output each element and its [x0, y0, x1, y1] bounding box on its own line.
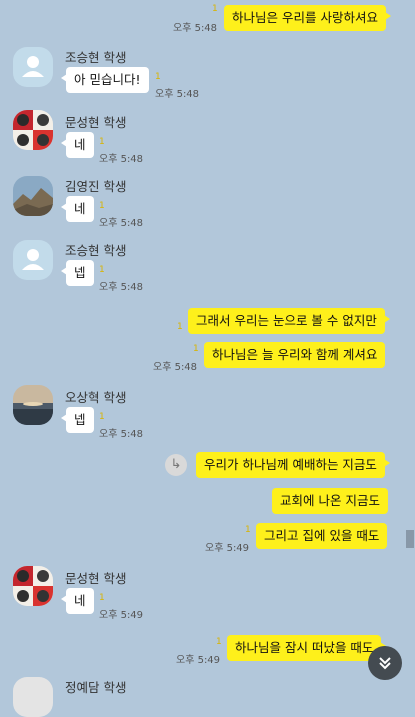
message-time: 오후 5:49	[99, 610, 144, 621]
unread-count: 1	[99, 201, 105, 211]
message-row: 1 오후 5:49 그리고 집에 있을 때도	[0, 523, 415, 554]
chevron-double-down-icon	[379, 657, 391, 670]
unread-count: 1	[99, 412, 105, 422]
message-bubble[interactable]: 우리가 하나님께 예배하는 지금도	[196, 452, 390, 478]
message-time: 오후 5:48	[155, 89, 200, 100]
sender-name: 문성현 학생	[65, 115, 127, 130]
default-avatar[interactable]	[13, 47, 53, 87]
profile-photo-avatar[interactable]	[13, 176, 53, 216]
message-bubble[interactable]: 넵	[61, 407, 94, 433]
message-bubble[interactable]: 그리고 집에 있을 때도	[256, 523, 388, 549]
sender-name: 오상혁 학생	[65, 390, 127, 405]
message-bubble[interactable]: 하나님은 우리를 사랑하셔요	[224, 5, 391, 31]
message-row: 1 오후 5:48 하나님은 늘 우리와 함께 계셔요	[0, 342, 415, 373]
message-bubble[interactable]: 네	[61, 196, 94, 222]
reply-arrow-icon[interactable]: ↳	[165, 454, 187, 476]
sender-name: 조승현 학생	[65, 50, 127, 65]
unread-count: 1	[212, 4, 218, 14]
unread-count: 1	[155, 72, 161, 82]
message-time: 오후 5:48	[153, 362, 198, 373]
message-row: 김영진 학생 네 1 오후 5:48	[0, 174, 415, 230]
sender-name: 김영진 학생	[65, 179, 127, 194]
message-row: 1 오후 5:49 하나님을 잠시 떠났을 때도	[0, 635, 415, 666]
unread-count: 1	[99, 265, 105, 275]
profile-photo-avatar[interactable]	[13, 677, 53, 717]
profile-photo-avatar[interactable]	[13, 110, 53, 150]
message-time: 오후 5:48	[99, 282, 144, 293]
message-bubble[interactable]: 하나님은 늘 우리와 함께 계셔요	[204, 342, 386, 368]
message-bubble[interactable]: 아 믿습니다!	[61, 67, 149, 93]
message-bubble[interactable]: 네	[61, 588, 94, 614]
message-row: ↳ 우리가 하나님께 예배하는 지금도	[0, 452, 415, 480]
scroll-to-bottom-button[interactable]	[368, 646, 402, 680]
unread-count: 1	[193, 344, 199, 354]
message-row: 조승현 학생 넵 1 오후 5:48	[0, 238, 415, 294]
message-bubble[interactable]: 넵	[61, 260, 94, 286]
message-bubble[interactable]: 하나님을 잠시 떠났을 때도	[227, 635, 387, 661]
message-row: 오상혁 학생 넵 1 오후 5:48	[0, 385, 415, 441]
chat-room[interactable]: 1 오후 5:48 하나님은 우리를 사랑하셔요 조승현 학생 아 믿습니다! …	[0, 0, 415, 717]
unread-count: 1	[99, 137, 105, 147]
message-time: 오후 5:49	[205, 543, 250, 554]
unread-count: 1	[216, 637, 222, 647]
message-time: 오후 5:48	[99, 429, 144, 440]
profile-photo-avatar[interactable]	[13, 566, 53, 606]
message-bubble[interactable]: 그래서 우리는 눈으로 볼 수 없지만	[188, 308, 390, 334]
message-row: 정예담 학생	[0, 675, 415, 717]
message-row: 1 오후 5:48 하나님은 우리를 사랑하셔요	[0, 4, 415, 34]
message-row: 문성현 학생 네 1 오후 5:48	[0, 110, 415, 166]
sender-name: 조승현 학생	[65, 243, 127, 258]
message-time: 오후 5:49	[176, 655, 221, 666]
unread-count: 1	[177, 322, 183, 332]
message-row: 교회에 나온 지금도	[0, 488, 415, 516]
message-time: 오후 5:48	[99, 218, 144, 229]
sender-name: 문성현 학생	[65, 571, 127, 586]
message-time: 오후 5:48	[99, 154, 144, 165]
message-row: 1 그래서 우리는 눈으로 볼 수 없지만	[0, 308, 415, 336]
message-bubble[interactable]: 교회에 나온 지금도	[272, 488, 388, 514]
message-time: 오후 5:48	[173, 23, 218, 34]
scrollbar-thumb[interactable]	[406, 530, 414, 548]
message-row: 조승현 학생 아 믿습니다! 1 오후 5:48	[0, 45, 415, 101]
unread-count: 1	[99, 593, 105, 603]
message-row: 문성현 학생 네 1 오후 5:49	[0, 566, 415, 622]
unread-count: 1	[245, 525, 251, 535]
message-bubble[interactable]: 네	[61, 132, 94, 158]
sender-name: 정예담 학생	[65, 680, 127, 695]
profile-photo-avatar[interactable]	[13, 385, 53, 425]
default-avatar[interactable]	[13, 240, 53, 280]
